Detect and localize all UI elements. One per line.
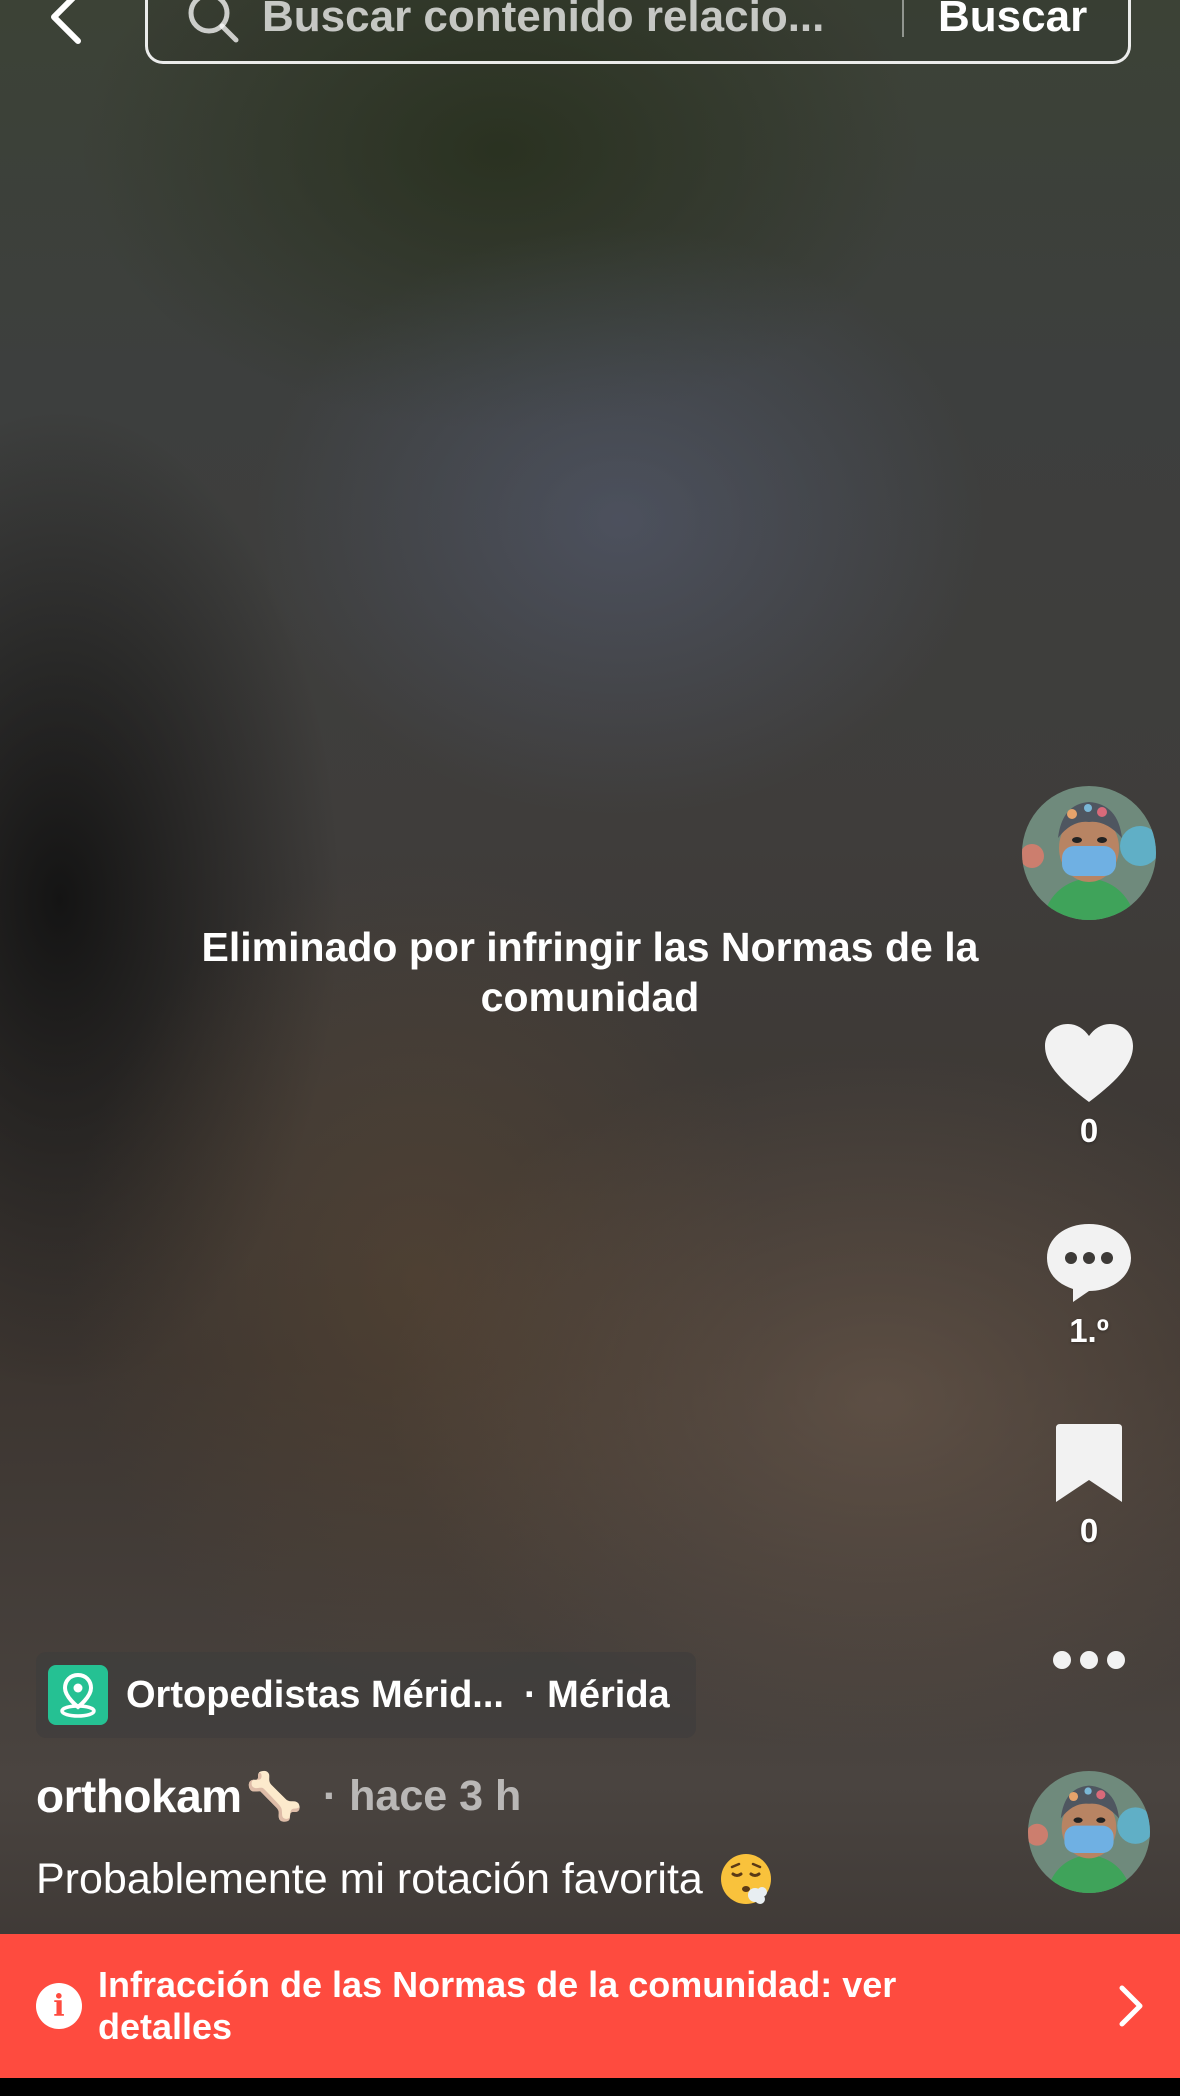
like-count: 0: [1079, 1112, 1099, 1149]
bookmark-icon: [1056, 1424, 1122, 1502]
location-name: Ortopedistas Mérid...: [126, 1673, 504, 1716]
bookmark-button[interactable]: 0: [1028, 1422, 1150, 1550]
chevron-left-icon: [51, 0, 81, 44]
author-avatar[interactable]: [1028, 1771, 1150, 1893]
search-button[interactable]: Buscar: [938, 0, 1087, 42]
search-icon: [188, 0, 239, 43]
author-username[interactable]: orthokam: [36, 1769, 242, 1823]
like-button[interactable]: 0: [1028, 1022, 1150, 1150]
search-bar[interactable]: Buscar contenido relacio... Buscar: [145, 0, 1131, 64]
location-chip[interactable]: Ortopedistas Mérid... · Mérida: [36, 1652, 696, 1738]
removed-video-message: Eliminado por infringir las Normas de la…: [201, 924, 979, 1020]
chevron-right-icon: [1119, 1985, 1143, 2027]
info-icon: i: [36, 1983, 82, 2029]
post-caption: Probablemente mi rotación favorita: [36, 1852, 773, 1906]
violation-text: Infracción de las Normas de la comunidad…: [98, 1964, 897, 2047]
bone-emoji: 🦴: [245, 1769, 303, 1822]
comment-button[interactable]: 1.º: [1028, 1220, 1150, 1350]
comment-icon: [1047, 1224, 1131, 1302]
bottom-bar: [0, 2078, 1180, 2096]
comment-count: 1.º: [1069, 1312, 1109, 1349]
bookmark-count: 0: [1079, 1512, 1099, 1549]
search-divider: [902, 0, 904, 37]
face-exhaling-icon: [720, 1854, 771, 1904]
violation-banner[interactable]: i Infracción de las Normas de la comunid…: [0, 1934, 1180, 2078]
search-input[interactable]: Buscar contenido relacio...: [262, 0, 882, 42]
author-row: orthokam 🦴 · hace 3 h: [36, 1766, 521, 1826]
back-button[interactable]: [36, 0, 96, 52]
more-icon[interactable]: [1052, 1640, 1126, 1680]
location-city: · Mérida: [523, 1673, 670, 1716]
location-pin-icon: [48, 1665, 108, 1725]
caption-text: Probablemente mi rotación favorita: [36, 1854, 703, 1903]
heart-icon: [1045, 1024, 1133, 1102]
avatar[interactable]: [1022, 786, 1156, 920]
post-time: · hace 3 h: [322, 1771, 522, 1820]
